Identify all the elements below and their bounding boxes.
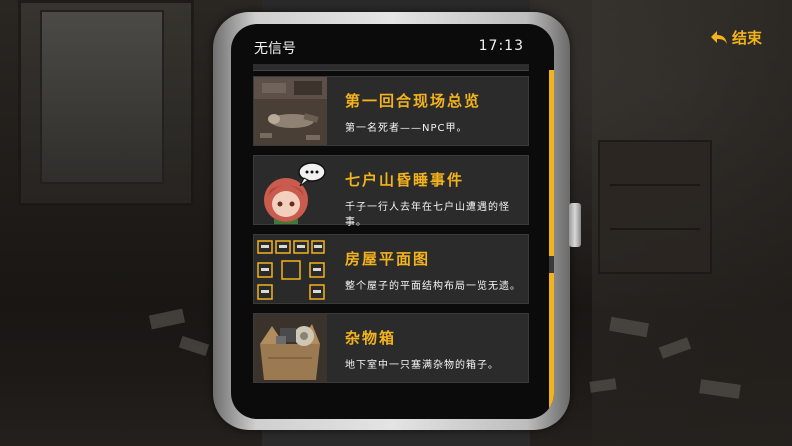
box-thumbnail (254, 314, 327, 382)
exit-button-label: 结束 (732, 29, 763, 47)
clue-card[interactable]: 第一回合现场总览 第一名死者——NPC甲。 (253, 76, 529, 146)
back-arrow-icon (711, 30, 727, 44)
crime-scene-thumbnail (254, 77, 327, 145)
clue-card[interactable]: 七户山昏睡事件 千子一行人去年在七户山遭遇的怪事。 (253, 155, 529, 228)
card-description: 地下室中一只塞满杂物的箱子。 (345, 360, 499, 371)
status-bar: 无信号 17:13 (231, 24, 554, 68)
clock-time: 17:13 (478, 38, 524, 54)
background-window-pane (40, 10, 164, 184)
exit-button[interactable]: 结束 (710, 27, 762, 48)
previous-card-edge (253, 64, 529, 71)
card-description: 整个屋子的平面结构布局一览无遗。 (345, 281, 521, 292)
character-portrait-thumbnail (254, 156, 327, 224)
watch-crown-button[interactable] (569, 203, 581, 247)
scrollbar-track[interactable] (549, 70, 554, 408)
clue-card[interactable]: 房屋平面图 整个屋子的平面结构布局一览无遗。 (253, 234, 529, 304)
clue-card[interactable]: 杂物箱 地下室中一只塞满杂物的箱子。 (253, 313, 529, 383)
card-title: 房屋平面图 (345, 250, 431, 268)
card-description: 千子一行人去年在七户山遭遇的怪事。 (345, 202, 510, 228)
background-dresser (598, 140, 712, 274)
card-title: 杂物箱 (345, 329, 397, 347)
scrollbar-thumb[interactable] (549, 256, 554, 273)
floor-plan-thumbnail (254, 235, 327, 303)
card-title: 第一回合现场总览 (345, 92, 482, 110)
card-title: 七户山昏睡事件 (345, 171, 465, 189)
card-description: 第一名死者——NPC甲。 (345, 123, 468, 134)
watch-strap-bottom (262, 428, 530, 446)
watch-screen: 无信号 17:13 第一回合现场总览 第一名死者——NPC甲。 七户山昏睡事件 … (231, 24, 554, 419)
signal-status: 无信号 (254, 41, 296, 57)
